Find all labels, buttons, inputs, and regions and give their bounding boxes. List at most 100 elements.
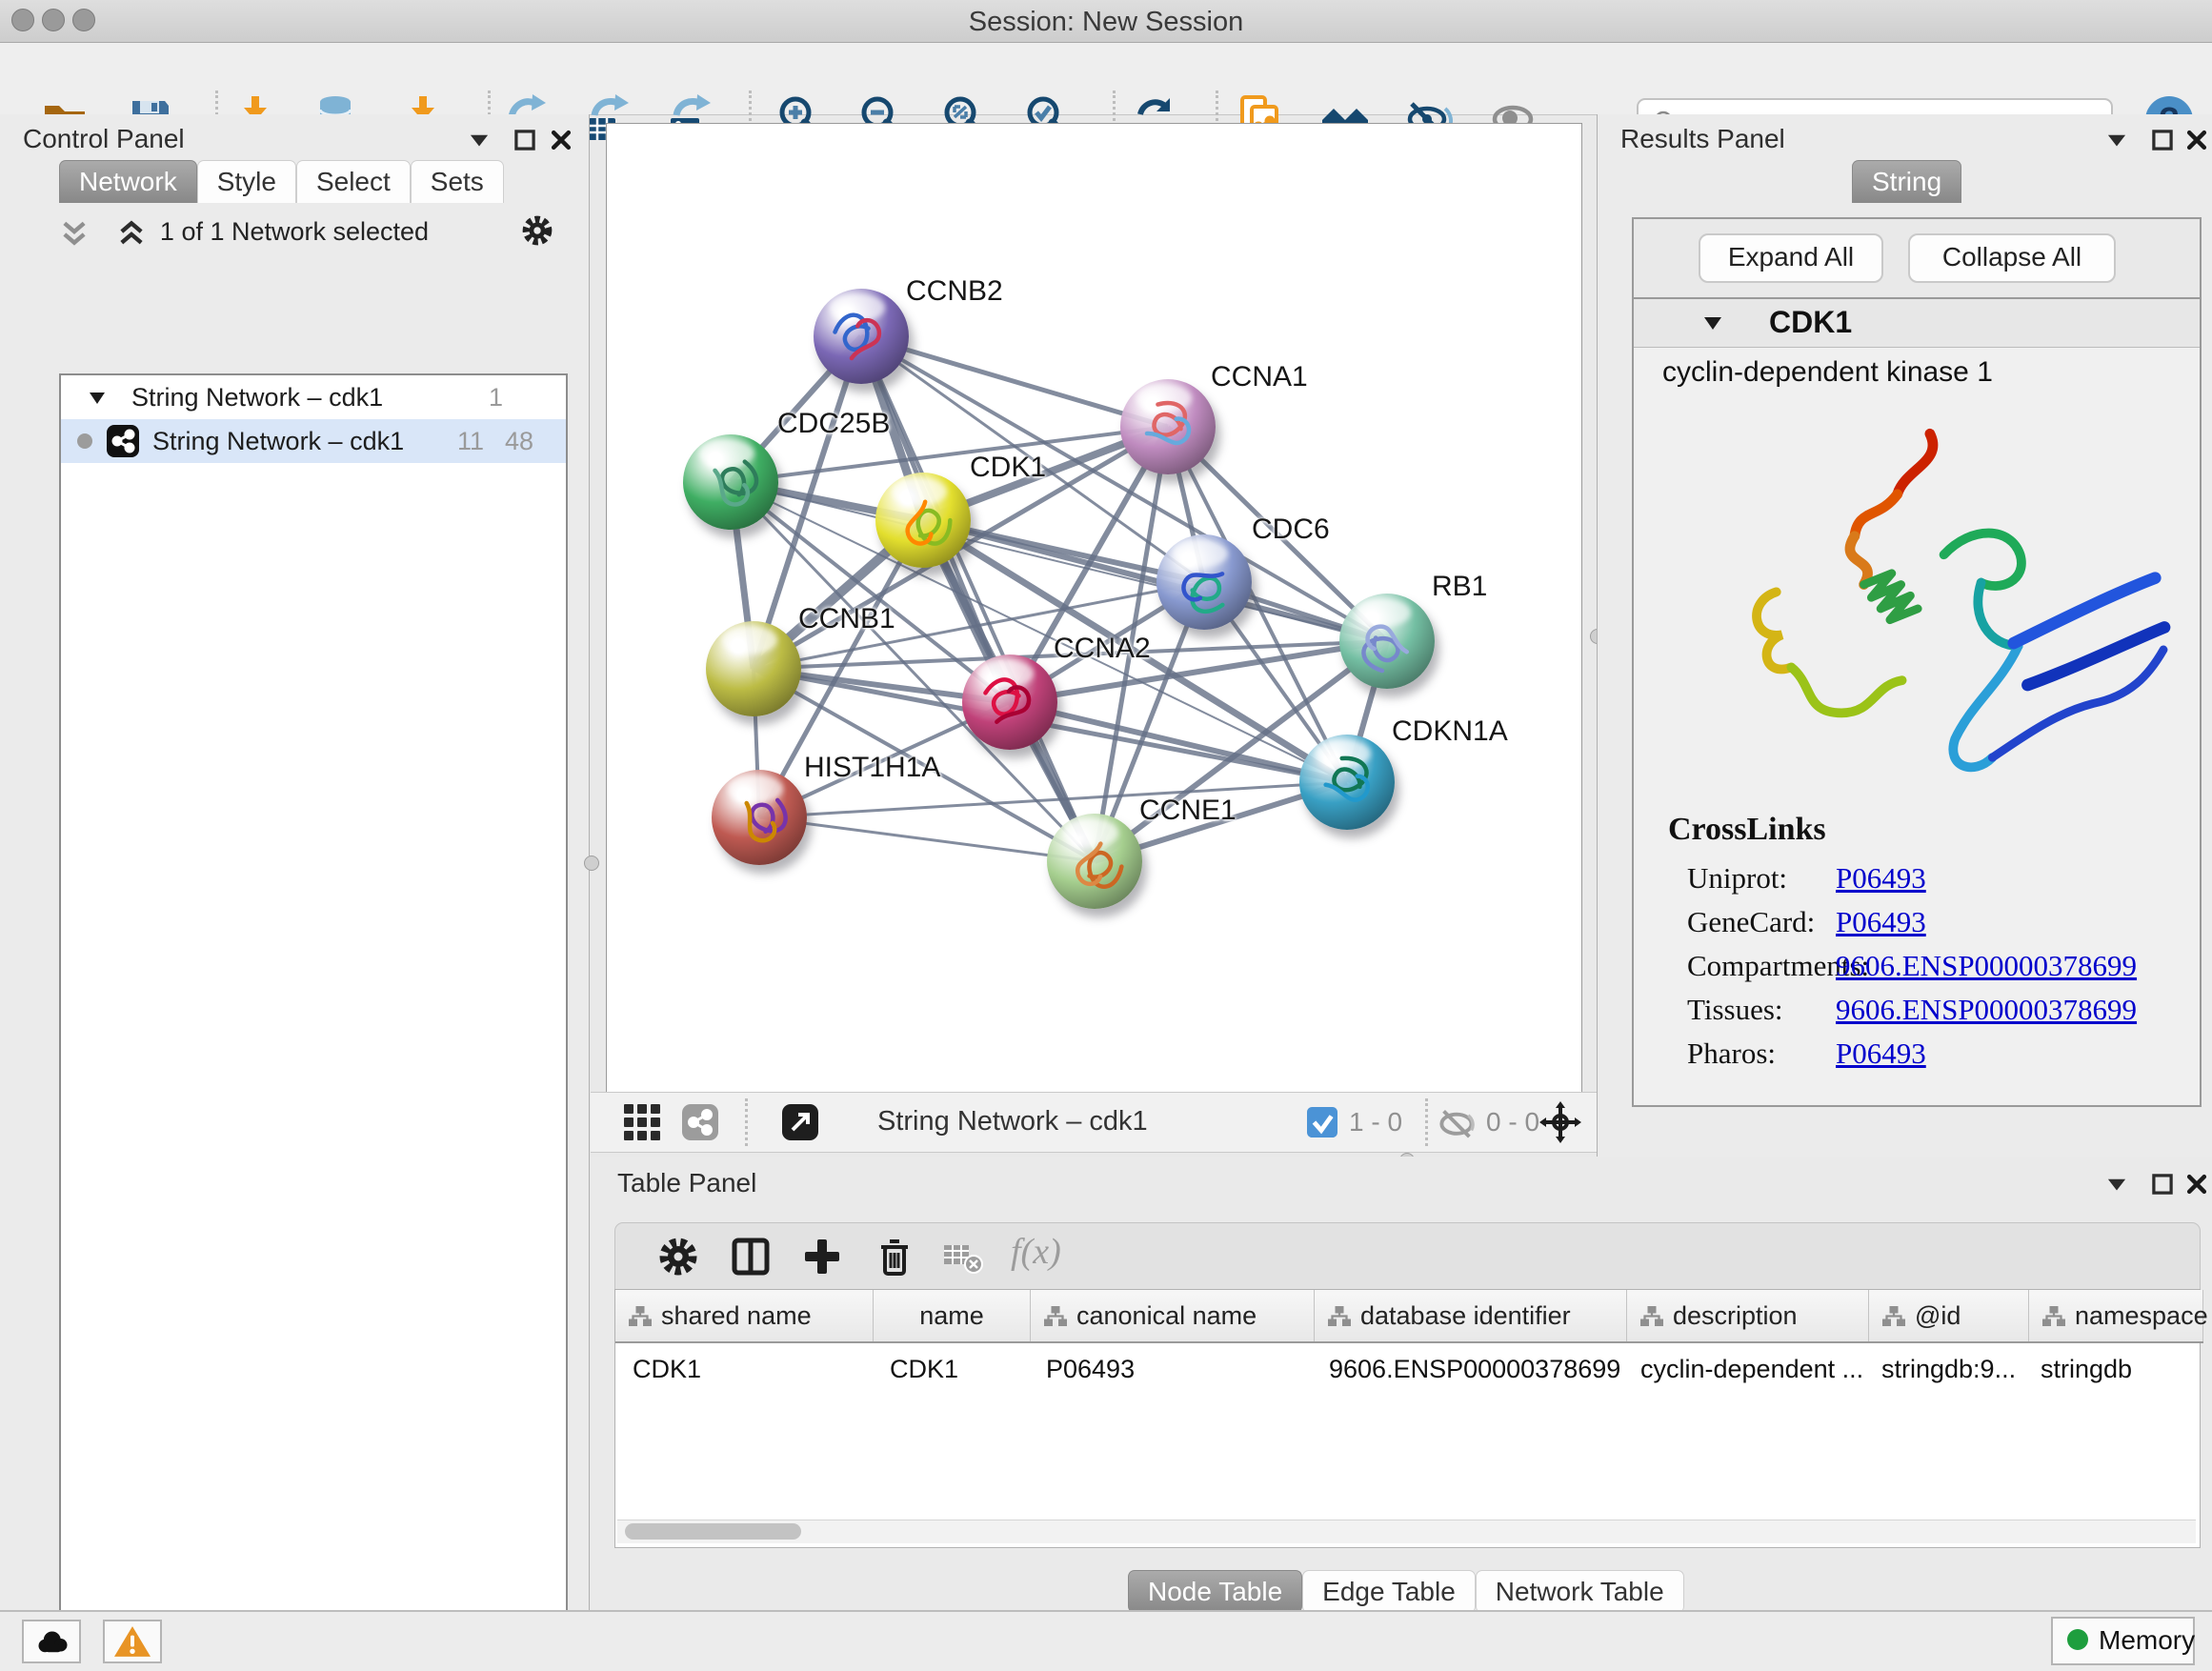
network-options-gear-icon[interactable] xyxy=(520,213,554,248)
expand-all-button[interactable]: Expand All xyxy=(1699,233,1883,283)
memory-button[interactable]: Memory xyxy=(2051,1617,2195,1665)
network-view-share-icon[interactable] xyxy=(681,1103,719,1141)
table-cell[interactable]: P06493 xyxy=(1029,1343,1312,1395)
column-header-description[interactable]: description xyxy=(1627,1290,1869,1341)
left-splitter-handle[interactable] xyxy=(584,856,599,871)
node-CDC25B[interactable] xyxy=(683,434,778,530)
results-panel-collapse-button[interactable] xyxy=(2104,128,2129,152)
node-CCNB2[interactable] xyxy=(814,289,909,384)
network-collection-row[interactable]: String Network – cdk1 1 xyxy=(61,375,566,419)
gene-expander-icon[interactable] xyxy=(1702,315,1723,332)
collapse-all-button[interactable]: Collapse All xyxy=(1908,233,2116,283)
table-panel-float-button[interactable] xyxy=(2150,1172,2175,1197)
crosslink-value-link[interactable]: P06493 xyxy=(1836,1037,1926,1071)
application-window: Session: New Session xyxy=(0,0,2212,1671)
control-panel-close-button[interactable] xyxy=(549,128,573,152)
scrollbar-thumb[interactable] xyxy=(625,1523,801,1540)
delete-table-icon[interactable] xyxy=(940,1234,986,1279)
function-builder-icon[interactable]: f(x) xyxy=(1011,1231,1061,1273)
column-header-label: @id xyxy=(1915,1301,1961,1331)
birds-eye-crosshair-icon[interactable] xyxy=(1539,1101,1581,1143)
tab-sets[interactable]: Sets xyxy=(411,160,504,203)
column-header-shared-name[interactable]: shared name xyxy=(615,1290,874,1341)
node-CCNB1[interactable] xyxy=(706,621,801,716)
table-options-gear-icon[interactable] xyxy=(655,1234,701,1279)
crosslink-value-link[interactable]: P06493 xyxy=(1836,905,1926,939)
node-CCNE1[interactable] xyxy=(1047,814,1142,909)
table-panel-collapse-button[interactable] xyxy=(2104,1172,2129,1197)
column-header-name[interactable]: name xyxy=(874,1290,1031,1341)
delete-column-trash-icon[interactable] xyxy=(872,1234,917,1279)
node-CDK1[interactable] xyxy=(875,473,971,568)
crosslink-value-link[interactable]: P06493 xyxy=(1836,861,1926,896)
memory-label: Memory xyxy=(2099,1625,2195,1656)
protein-ribbon-icon xyxy=(1171,552,1237,618)
node-label-CDC25B: CDC25B xyxy=(777,408,890,440)
table-cell-value: stringdb:9... xyxy=(1864,1355,2016,1384)
column-header-database-identifier[interactable]: database identifier xyxy=(1315,1290,1627,1341)
crosslink-value-link[interactable]: 9606.ENSP00000378699 xyxy=(1836,949,2137,983)
tab-node-table[interactable]: Node Table xyxy=(1128,1570,1302,1613)
results-panel-close-button[interactable] xyxy=(2184,128,2209,152)
crosslink-row: Uniprot:P06493 xyxy=(1634,861,2200,905)
column-header-label: canonical name xyxy=(1076,1301,1257,1331)
node-HIST1H1A[interactable] xyxy=(712,770,807,865)
detach-view-icon[interactable] xyxy=(781,1103,819,1141)
table-panel-close-button[interactable] xyxy=(2184,1172,2209,1197)
column-header-namespace[interactable]: namespace xyxy=(2029,1290,2203,1341)
column-tree-icon xyxy=(1044,1306,1067,1326)
control-panel-collapse-button[interactable] xyxy=(467,128,492,152)
table-row[interactable]: CDK1CDK1 P064939606.ENSP00000378699cyclin… xyxy=(615,1343,2197,1395)
collection-label: String Network – cdk1 xyxy=(131,383,383,413)
protein-ribbon-icon xyxy=(1135,396,1201,463)
control-panel-float-button[interactable] xyxy=(513,128,537,152)
edge-CCNE1-HIST1H1A[interactable] xyxy=(759,817,1095,861)
table-cell[interactable]: 9606.ENSP00000378699 xyxy=(1312,1343,1623,1395)
results-panel-float-button[interactable] xyxy=(2150,128,2175,152)
titlebar: Session: New Session xyxy=(0,0,2212,43)
table-cell[interactable]: stringdb xyxy=(2023,1343,2197,1395)
network-canvas[interactable]: CCNB2CCNA1CDC25BCDK1CDC6RB1CCNB1CCNA2CDK… xyxy=(606,123,1582,1093)
gene-description: cyclin-dependent kinase 1 xyxy=(1662,356,1993,389)
tab-string[interactable]: String xyxy=(1852,160,1961,203)
horizontal-scrollbar[interactable] xyxy=(617,1520,2196,1543)
column-header-canonical-name[interactable]: canonical name xyxy=(1031,1290,1315,1341)
node-CCNA2[interactable] xyxy=(962,654,1057,750)
column-tree-icon xyxy=(2042,1306,2065,1326)
selected-checkbox-icon[interactable] xyxy=(1307,1107,1337,1137)
tab-select[interactable]: Select xyxy=(296,160,411,203)
table-cell[interactable]: stringdb:9... xyxy=(1864,1343,2023,1395)
column-header--id[interactable]: @id xyxy=(1869,1290,2029,1341)
create-column-plus-icon[interactable] xyxy=(799,1234,845,1279)
results-panel-title: Results Panel xyxy=(1620,124,1785,154)
hidden-elements-eye-icon[interactable] xyxy=(1438,1108,1475,1138)
crosslink-label: GeneCard: xyxy=(1687,905,1815,939)
tab-network[interactable]: Network xyxy=(59,160,197,203)
show-columns-icon[interactable] xyxy=(728,1234,774,1279)
node-label-CDC6: CDC6 xyxy=(1252,513,1330,546)
node-CCNA1[interactable] xyxy=(1120,379,1216,474)
warning-status-button[interactable] xyxy=(103,1620,162,1663)
collection-expander-icon[interactable] xyxy=(88,391,107,406)
table-tabs: Node TableEdge TableNetwork Table xyxy=(1128,1570,1684,1613)
column-header-label: namespace xyxy=(2075,1301,2208,1331)
selected-count-badge: 1 - 0 xyxy=(1349,1107,1402,1137)
crosslink-value-link[interactable]: 9606.ENSP00000378699 xyxy=(1836,993,2137,1027)
tab-network-table[interactable]: Network Table xyxy=(1476,1570,1684,1613)
table-cell[interactable]: CDK1 xyxy=(615,1343,873,1395)
tab-edge-table[interactable]: Edge Table xyxy=(1302,1570,1476,1613)
node-CDKN1A[interactable] xyxy=(1299,735,1395,830)
crosslinks-title: CrossLinks xyxy=(1668,812,1826,848)
node-RB1[interactable] xyxy=(1339,594,1435,689)
cloud-status-button[interactable] xyxy=(22,1620,81,1663)
table-cell-value: CDK1 xyxy=(873,1355,958,1384)
table-cell[interactable]: CDK1 xyxy=(873,1343,1029,1395)
network-row-selected[interactable]: String Network – cdk1 11 48 xyxy=(61,419,566,463)
node-CDC6[interactable] xyxy=(1156,534,1252,630)
node-table: shared namename canonical name database id… xyxy=(614,1289,2201,1548)
tab-style[interactable]: Style xyxy=(197,160,296,203)
gene-section-header[interactable]: CDK1 xyxy=(1634,299,2200,348)
column-header-label: database identifier xyxy=(1360,1301,1571,1331)
table-cell[interactable]: cyclin-dependent ... xyxy=(1623,1343,1864,1395)
grid-view-icon[interactable] xyxy=(623,1103,661,1141)
